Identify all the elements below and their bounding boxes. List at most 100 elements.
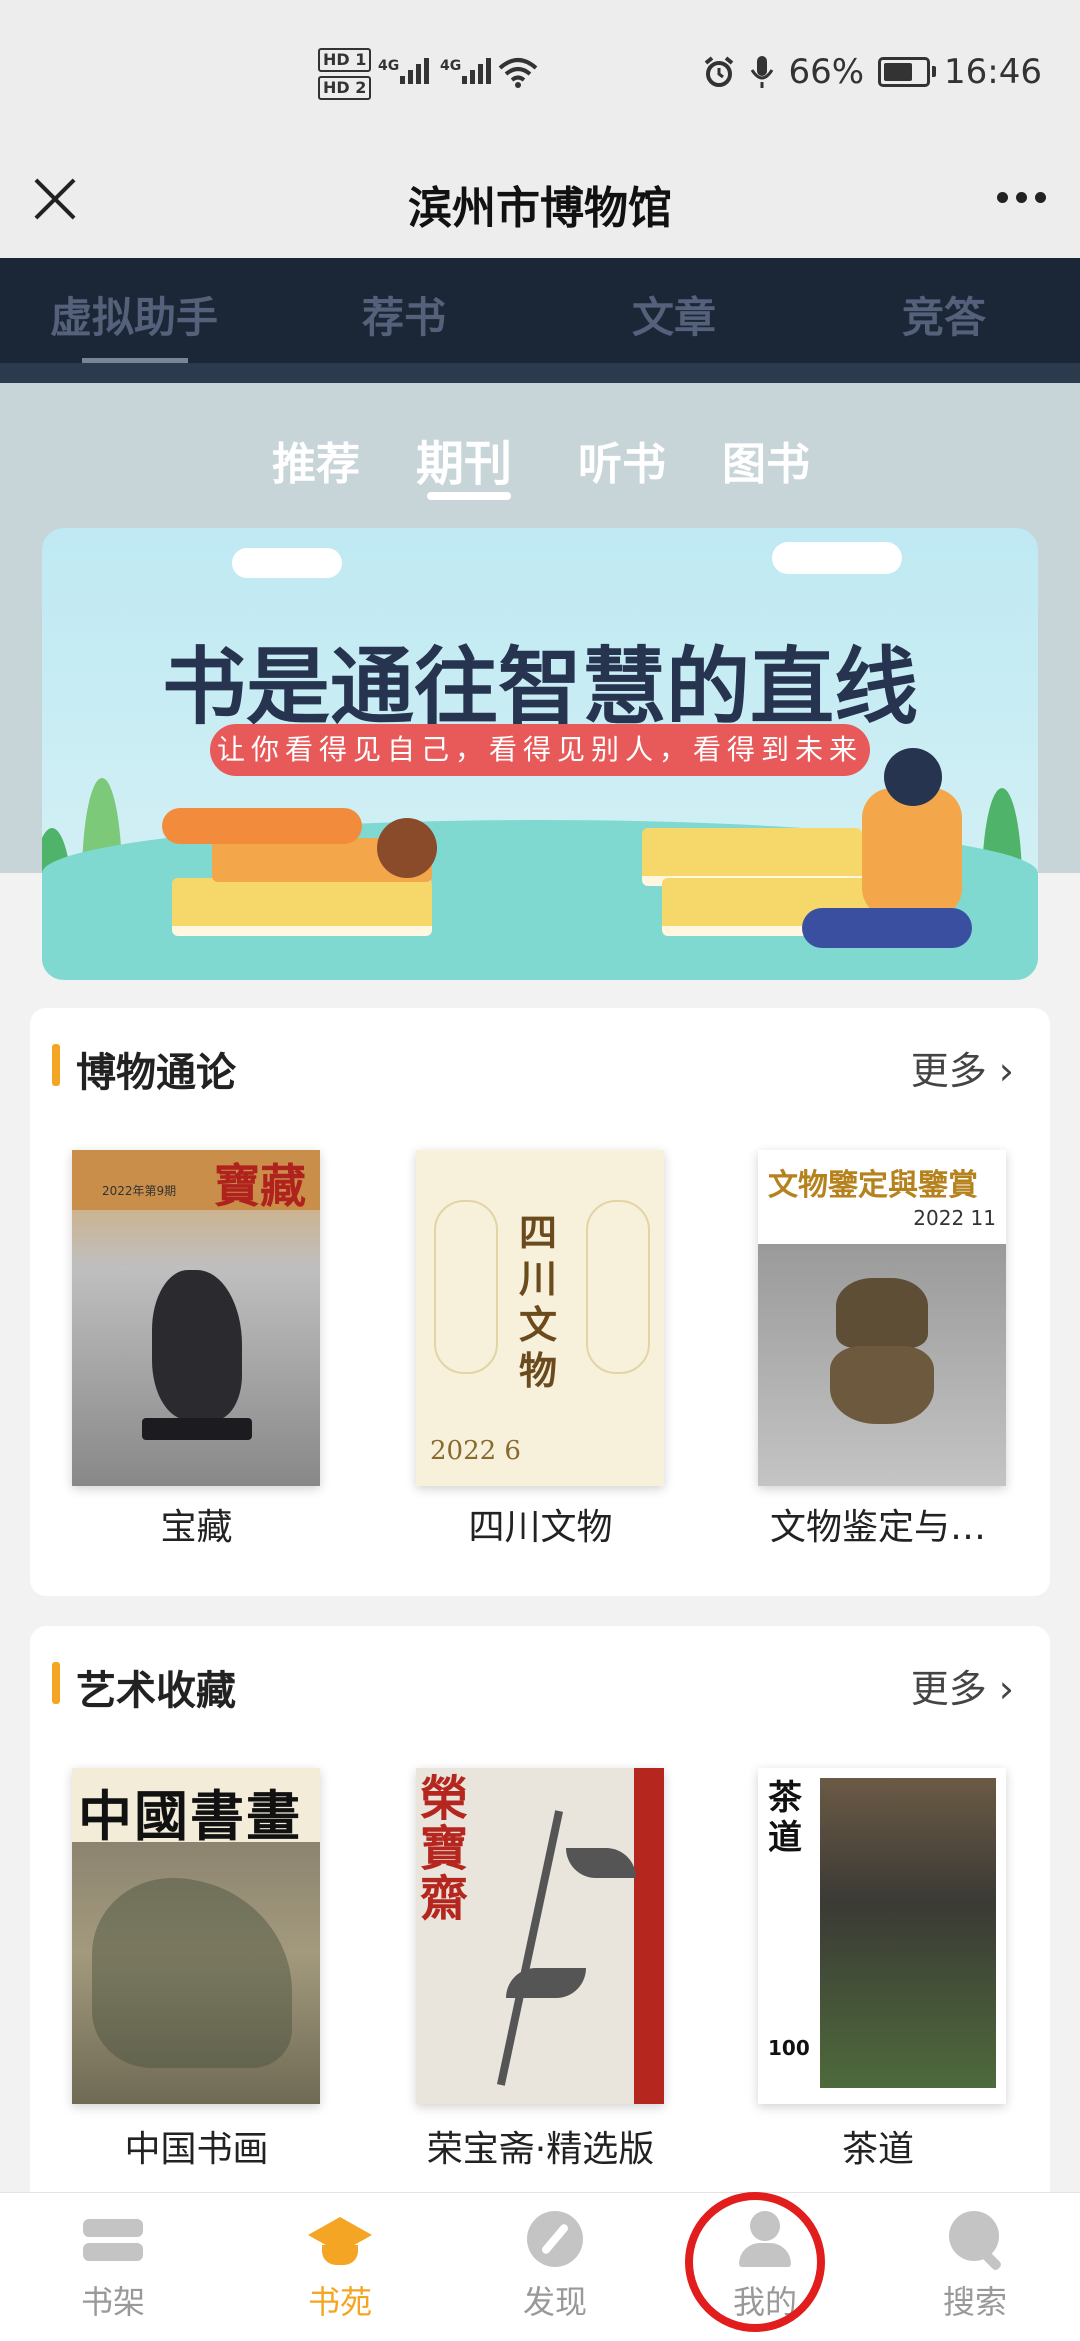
- network-type-1: 4G: [378, 58, 400, 74]
- cover-masthead: 榮寶齋: [420, 1771, 469, 1927]
- bamboo-leaf-illustration: [506, 1968, 586, 1998]
- hd2-label: HD 2: [318, 76, 372, 100]
- subtab-indicator: [427, 492, 511, 500]
- alarm-icon: [705, 56, 734, 87]
- reader-head-illustration: [884, 748, 942, 806]
- compass-icon: [523, 2211, 587, 2269]
- reader-girl-illustration: [162, 808, 362, 844]
- book-cover[interactable]: 茶道 100: [758, 1768, 1006, 2104]
- cloud-shape: [232, 548, 342, 578]
- section-accent-bar: [52, 1662, 60, 1704]
- annotation-circle: [685, 2192, 825, 2332]
- signal-2-icon: [462, 58, 491, 84]
- section-museum-general: 博物通论 更多 › 寶藏 2022年第9期 宝藏 四川文物 2022 6 四川文…: [30, 1008, 1050, 1596]
- cover-masthead: 四川文物: [518, 1210, 557, 1393]
- title-bar: 滨州市博物馆: [0, 150, 1080, 258]
- bookshelf-icon: [81, 2211, 145, 2269]
- status-right: 66% 16:46: [702, 52, 1042, 92]
- subtab-periodicals[interactable]: 期刊: [416, 424, 512, 494]
- nav-discover[interactable]: 发现: [480, 2211, 630, 2323]
- cover-issue: 2022年第9期: [102, 1184, 177, 1198]
- nav-label: 发现: [522, 2283, 587, 2321]
- nav-label: 搜索: [942, 2283, 1007, 2321]
- cover-issue: 2022 11: [913, 1206, 996, 1230]
- section-title: 博物通论: [76, 1050, 236, 1096]
- subtab-books[interactable]: 图书: [722, 428, 810, 492]
- ornament-illustration: [586, 1200, 650, 1374]
- section-title: 艺术收藏: [76, 1668, 236, 1714]
- book-cover[interactable]: 中國書畫: [72, 1768, 320, 2104]
- ornament-illustration: [434, 1200, 498, 1374]
- nav-label: 书架: [80, 2283, 145, 2321]
- book-cover[interactable]: 榮寶齋: [416, 1768, 664, 2104]
- more-label: 更多: [910, 1049, 987, 1093]
- nav-bookshelf[interactable]: 书架: [38, 2211, 188, 2323]
- more-label: 更多: [910, 1667, 987, 1711]
- status-bar: HD 1 HD 2 4G 4G 66% 16:46: [0, 0, 1080, 150]
- tab-virtual-assistant[interactable]: 虚拟助手: [50, 284, 218, 345]
- cover-issue: 100: [768, 2036, 810, 2060]
- book-stack-illustration: [172, 878, 432, 936]
- search-icon: [943, 2211, 1007, 2272]
- more-options-icon[interactable]: [997, 192, 1046, 203]
- signal-1-icon: [400, 58, 429, 84]
- hd-indicator: HD 1 HD 2: [318, 48, 372, 104]
- hd1-label: HD 1: [318, 48, 372, 72]
- cover-masthead: 茶道: [768, 1778, 802, 1858]
- cover-masthead: 文物鑒定與鑒賞: [768, 1168, 978, 1203]
- section-more-link[interactable]: 更多 ›: [911, 1658, 1014, 1713]
- promo-banner[interactable]: 书是通往智慧的直线 让你看得见自己，看得见别人，看得到未来: [42, 528, 1038, 980]
- nav-search[interactable]: 搜索: [900, 2211, 1050, 2323]
- reader-head-illustration: [377, 818, 437, 878]
- landscape-painting-illustration: [92, 1878, 292, 2068]
- clock: 16:46: [944, 52, 1042, 92]
- bronze-vessel-illustration: [836, 1278, 928, 1348]
- book-title[interactable]: 文物鉴定与…: [718, 1498, 1038, 1550]
- book-cover[interactable]: 四川文物 2022 6: [416, 1150, 664, 1486]
- book-title[interactable]: 宝藏: [30, 1498, 363, 1550]
- tab-quiz[interactable]: 竞答: [902, 284, 986, 345]
- section-accent-bar: [52, 1044, 60, 1086]
- nav-book-garden[interactable]: 书苑: [265, 2211, 415, 2323]
- tab-articles[interactable]: 文章: [632, 284, 716, 345]
- cloud-shape: [772, 542, 902, 574]
- nav-label: 书苑: [307, 2283, 372, 2321]
- wifi-icon: [498, 58, 538, 88]
- book-cover[interactable]: 文物鑒定與鑒賞 2022 11: [758, 1150, 1006, 1486]
- section-art-collection: 艺术收藏 更多 › 中國書畫 中国书画 榮寶齋 荣宝斋·精选版 茶道 100 茶…: [30, 1626, 1050, 2226]
- top-tabs: 虚拟助手 荐书 文章 竞答: [0, 258, 1080, 363]
- banner-subtitle: 让你看得见自己，看得见别人，看得到未来: [210, 724, 870, 776]
- network-type-2: 4G: [440, 58, 462, 74]
- bamboo-leaf-illustration: [566, 1848, 636, 1878]
- chevron-right-icon: ›: [986, 1049, 1014, 1093]
- bottom-navigation: 书架 书苑 发现 我的 搜索: [0, 2192, 1080, 2341]
- book-cover[interactable]: 寶藏 2022年第9期: [72, 1150, 320, 1486]
- subtab-recommend[interactable]: 推荐: [272, 428, 360, 492]
- book-title[interactable]: 荣宝斋·精选版: [374, 2120, 707, 2172]
- tab-recommend-books[interactable]: 荐书: [362, 284, 446, 345]
- battery-icon: [878, 57, 937, 87]
- graduation-cap-icon: [308, 2211, 372, 2269]
- banner-title: 书是通往智慧的直线: [161, 637, 918, 736]
- microphone-icon: [751, 56, 774, 88]
- bronze-vessel-illustration: [830, 1346, 934, 1424]
- cover-masthead: 寶藏: [72, 1150, 320, 1213]
- book-title[interactable]: 茶道: [718, 2120, 1038, 2172]
- reader-legs-illustration: [802, 908, 972, 948]
- book-title[interactable]: 四川文物: [374, 1498, 707, 1550]
- subtab-audiobooks[interactable]: 听书: [578, 428, 666, 492]
- tea-house-photo-illustration: [820, 1778, 996, 2088]
- sculpture-base-illustration: [142, 1418, 252, 1440]
- book-title[interactable]: 中国书画: [30, 2120, 363, 2172]
- chevron-right-icon: ›: [986, 1667, 1014, 1711]
- cover-side-band: [634, 1768, 664, 2104]
- page-title: 滨州市博物馆: [408, 183, 672, 234]
- reader-woman-illustration: [862, 788, 962, 918]
- hero-strip: [0, 363, 1080, 383]
- bamboo-illustration: [496, 1810, 564, 2086]
- section-more-link[interactable]: 更多 ›: [911, 1040, 1014, 1095]
- cover-issue: 2022 6: [430, 1436, 521, 1466]
- battery-percent: 66%: [788, 52, 865, 92]
- stone-sculpture-illustration: [152, 1270, 242, 1420]
- cover-masthead: 中國書畫: [78, 1784, 302, 1848]
